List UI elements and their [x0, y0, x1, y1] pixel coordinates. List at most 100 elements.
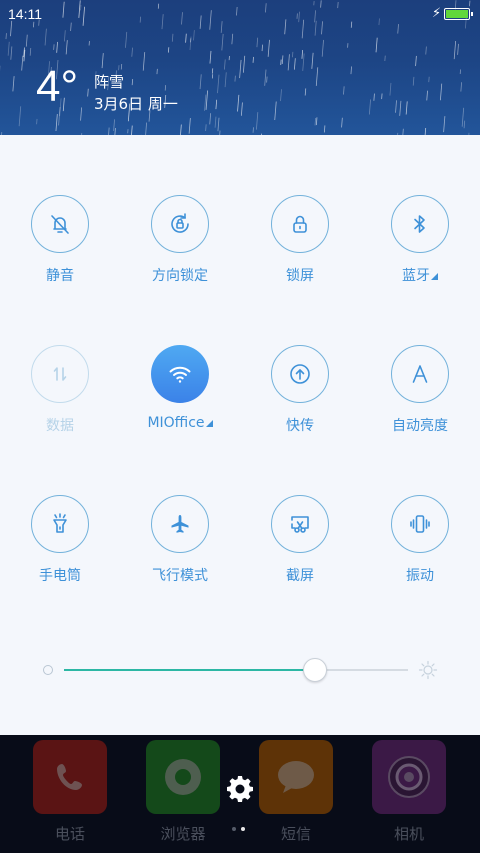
rain-streak [171, 33, 174, 42]
rain-streak [399, 100, 402, 116]
brightness-thumb[interactable] [303, 658, 328, 682]
rain-streak [125, 31, 128, 48]
home-dock: 电话 浏览器 短信 相机 [0, 735, 480, 853]
browser-icon [165, 759, 201, 795]
rain-streak [180, 124, 182, 135]
weather-condition[interactable]: 阵雪 [94, 71, 124, 92]
page-indicator [232, 827, 245, 831]
rain-streak [101, 53, 104, 69]
rain-streak [209, 10, 212, 30]
rain-streak [294, 58, 296, 70]
dock-app-phone[interactable] [33, 740, 107, 814]
rain-streak [368, 99, 371, 115]
rain-streak [453, 40, 457, 60]
rain-streak [265, 3, 267, 13]
quick-settings-panel: 静音 方向锁定 锁屏 蓝牙 数据 MIOffice 快传 自动亮度 手电筒 飞行… [0, 135, 480, 735]
vibrate-icon [391, 495, 449, 553]
rain-streak [284, 19, 287, 35]
rain-streak [397, 24, 399, 34]
toggle-wifi[interactable]: MIOffice [120, 345, 240, 495]
rain-streak [44, 28, 47, 46]
rain-streak [389, 82, 392, 96]
rain-streak [209, 50, 212, 64]
submenu-indicator-icon [205, 420, 213, 427]
rain-streak [145, 122, 147, 135]
rain-streak [415, 55, 417, 67]
rain-streak [161, 14, 164, 30]
weather-temperature[interactable]: 4° [36, 62, 78, 112]
rain-streak [185, 33, 187, 43]
toggle-rotation-lock[interactable]: 方向锁定 [120, 195, 240, 345]
dock-app-label: 浏览器 [160, 825, 206, 843]
auto-brightness-icon [391, 345, 449, 403]
rain-streak [264, 69, 267, 86]
toggle-screenshot[interactable]: 截屏 [240, 495, 360, 645]
toggle-grid: 静音 方向锁定 锁屏 蓝牙 数据 MIOffice 快传 自动亮度 手电筒 飞行… [0, 195, 480, 645]
brightness-track[interactable] [64, 669, 408, 671]
toggle-label: 手电筒 [39, 568, 81, 584]
brightness-slider[interactable] [40, 655, 440, 685]
rain-streak [343, 86, 345, 95]
lock-icon [271, 195, 329, 253]
rain-streak [460, 82, 462, 92]
rain-streak [55, 114, 58, 132]
rain-streak [131, 125, 133, 135]
rain-streak [425, 46, 427, 55]
rain-streak [242, 55, 246, 73]
rain-streak [56, 41, 58, 53]
toggle-label: 快传 [286, 418, 314, 434]
toggle-airplane-mode[interactable]: 飞行模式 [120, 495, 240, 645]
rain-streak [375, 37, 378, 53]
rain-streak [314, 10, 316, 23]
toggle-lock-screen[interactable]: 锁屏 [240, 195, 360, 345]
rain-streak [65, 40, 68, 55]
rain-streak [224, 72, 227, 88]
rain-streak [10, 20, 13, 37]
rain-streak [341, 117, 343, 128]
message-icon [278, 761, 314, 793]
toggle-silent[interactable]: 静音 [0, 195, 120, 345]
weather-date[interactable]: 3月6日 周一 [94, 93, 178, 114]
toggle-bluetooth[interactable]: 蓝牙 [360, 195, 480, 345]
rain-streak [321, 21, 323, 35]
rain-streak [315, 67, 319, 86]
rain-streak [181, 12, 183, 25]
rain-streak [412, 76, 415, 86]
toggle-label: 蓝牙 [402, 265, 438, 285]
status-time: 14:11 [8, 6, 42, 22]
rain-streak [315, 117, 318, 126]
camera-icon [388, 756, 430, 798]
rain-streak [323, 125, 326, 133]
charging-icon: ⚡ [432, 6, 442, 21]
toggle-label: 振动 [406, 568, 434, 584]
rain-streak [78, 0, 81, 18]
dock-app-messages[interactable] [259, 740, 333, 814]
toggle-quick-transfer[interactable]: 快传 [240, 345, 360, 495]
rain-streak [274, 101, 277, 121]
rain-streak [457, 43, 459, 55]
rain-streak [280, 89, 282, 102]
rain-streak [236, 6, 238, 16]
page-dot-active [241, 827, 245, 831]
rain-streak [220, 21, 223, 33]
toggle-vibrate[interactable]: 振动 [360, 495, 480, 645]
rain-streak [261, 44, 263, 52]
phone-icon [57, 764, 82, 790]
rain-streak [267, 39, 270, 57]
settings-gear-icon[interactable] [226, 775, 254, 803]
rain-streak [82, 6, 85, 26]
rain-streak [314, 20, 317, 36]
toggle-mobile-data[interactable]: 数据 [0, 345, 120, 495]
toggle-flashlight[interactable]: 手电筒 [0, 495, 120, 645]
toggle-auto-brightness[interactable]: 自动亮度 [360, 345, 480, 495]
rain-streak [443, 116, 446, 133]
rain-streak [378, 18, 380, 26]
dock-app-camera[interactable] [372, 740, 446, 814]
bell-off-icon [31, 195, 89, 253]
quick-transfer-icon [271, 345, 329, 403]
dock-app-browser[interactable] [146, 740, 220, 814]
rain-streak [188, 118, 191, 134]
rain-streak [209, 113, 212, 125]
toggle-label: 飞行模式 [152, 568, 208, 584]
rain-streak [80, 107, 83, 121]
